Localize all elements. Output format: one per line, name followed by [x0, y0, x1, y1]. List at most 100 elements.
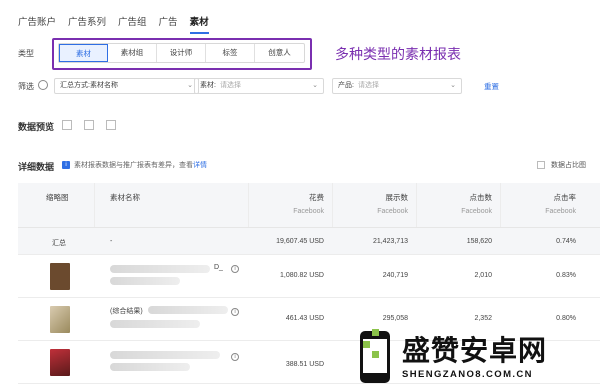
table-header: 缩略图 素材名称 花费 Facebook 展示数 Facebook 点击数 Faceb…: [18, 183, 600, 228]
blurred-name: [110, 320, 200, 328]
column-divider: [248, 183, 249, 227]
group-by-value: 素材名称: [89, 82, 118, 89]
material-select[interactable]: 素材: 请选择 ⌄: [194, 78, 324, 94]
notice-detail-link[interactable]: 详情: [193, 160, 207, 170]
group-by-select[interactable]: 汇总方式:素材名称 ⌄: [54, 78, 199, 94]
watermark-logo: 盛赞安卓网 SHENGZANO8.COM.CN: [350, 325, 600, 387]
type-option-creator[interactable]: 创意人: [255, 44, 304, 62]
blurred-name: [110, 277, 180, 285]
col-clicks-sub: Facebook: [461, 208, 492, 215]
tab-material[interactable]: 素材: [189, 14, 209, 34]
column-divider: [500, 183, 501, 227]
row-impressions: 295,058: [382, 315, 408, 322]
col-impressions-sub: Facebook: [377, 208, 408, 215]
watermark-url: SHENGZANO8.COM.CN: [402, 369, 533, 380]
row-ctr: 0.80%: [556, 315, 576, 322]
bar-chart-icon[interactable]: [84, 120, 94, 130]
chevron-down-icon: ⌄: [450, 82, 456, 89]
col-ctr-sub: Facebook: [545, 208, 576, 215]
preview-icons: [62, 120, 116, 130]
group-by-prefix: 汇总方式:: [60, 82, 90, 89]
row-spend: 388.51 USD: [285, 361, 324, 368]
col-thumbnail-label: 缩略图: [46, 193, 69, 202]
column-divider: [416, 183, 417, 227]
column-divider: [94, 183, 95, 227]
type-option-designer[interactable]: 设计师: [157, 44, 206, 62]
col-clicks[interactable]: 点击数 Facebook: [440, 192, 492, 215]
summary-ctr: 0.74%: [556, 238, 576, 245]
col-name: 素材名称: [110, 192, 140, 203]
summary-label: 汇总: [52, 240, 66, 247]
ratio-label: 数据占比图: [551, 162, 586, 169]
material-prefix: 素材:: [200, 82, 216, 89]
ratio-checkbox[interactable]: [537, 161, 545, 169]
col-clicks-label: 点击数: [469, 193, 493, 202]
chevron-down-icon: ⌄: [312, 82, 318, 89]
tab-ad[interactable]: 广告: [159, 14, 178, 34]
blurred-name: [110, 363, 190, 371]
thumbnail-image[interactable]: [50, 263, 70, 290]
info-circle-icon[interactable]: i: [231, 353, 239, 361]
phone-logo-icon: [360, 329, 390, 383]
col-thumbnail: 缩略图: [46, 192, 69, 203]
blurred-name: [110, 351, 220, 359]
blurred-name: [148, 306, 228, 314]
detail-data-title: 详细数据: [18, 162, 55, 172]
col-name-label: 素材名称: [110, 193, 140, 202]
col-spend[interactable]: 花费 Facebook: [272, 192, 324, 215]
tab-ad-group[interactable]: 广告组: [118, 14, 147, 34]
top-tabs: 广告账户 广告系列 广告组 广告 素材: [18, 14, 209, 34]
col-impressions-label: 展示数: [385, 193, 409, 202]
type-segmented-control: 素材 素材组 设计师 标签 创意人: [58, 43, 305, 63]
product-placeholder: 请选择: [357, 82, 379, 89]
filter-label: 筛选: [18, 82, 34, 91]
table-row[interactable]: D_ i 1,080.82 USD 240,719 2,010 0.83%: [18, 255, 600, 298]
area-chart-icon[interactable]: [106, 120, 116, 130]
material-name-fragment[interactable]: (综合结果): [110, 306, 143, 316]
col-ctr[interactable]: 点击率 Facebook: [524, 192, 576, 215]
logo-square: [363, 341, 370, 348]
type-option-material[interactable]: 素材: [59, 44, 108, 62]
thumbnail-image[interactable]: [50, 306, 70, 333]
annotation-text: 多种类型的素材报表: [335, 46, 461, 62]
column-divider: [332, 183, 333, 227]
row-clicks: 2,010: [474, 272, 492, 279]
info-circle-icon[interactable]: i: [231, 308, 239, 316]
reset-link[interactable]: 重置: [484, 81, 499, 92]
chevron-down-icon: ⌄: [187, 82, 193, 89]
ratio-toggle[interactable]: 数据占比图: [537, 160, 586, 170]
material-placeholder: 请选择: [219, 82, 241, 89]
col-impressions[interactable]: 展示数 Facebook: [356, 192, 408, 215]
product-prefix: 产品:: [338, 82, 354, 89]
info-circle-icon[interactable]: i: [231, 265, 239, 273]
filter-row: 筛选 汇总方式:素材名称 ⌄ 素材: 请选择 ⌄ 产品: 请选择 ⌄ 重置: [18, 78, 598, 94]
notice-text: 素材报表数据与推广报表有差异，查看: [74, 162, 193, 169]
type-option-tag[interactable]: 标签: [206, 44, 255, 62]
product-select[interactable]: 产品: 请选择 ⌄: [332, 78, 462, 94]
col-ctr-label: 点击率: [553, 193, 577, 202]
line-chart-icon[interactable]: [62, 120, 72, 130]
logo-square: [372, 329, 379, 336]
data-preview-title: 数据预览: [18, 122, 55, 132]
watermark-title: 盛赞安卓网: [402, 335, 548, 366]
info-icon: i: [62, 161, 70, 169]
tab-ad-account[interactable]: 广告账户: [18, 14, 56, 34]
summary-spend: 19,607.45 USD: [276, 238, 324, 245]
row-spend: 1,080.82 USD: [280, 272, 324, 279]
notice-bar: i 素材报表数据与推广报表有差异，查看 详情: [62, 160, 207, 170]
summary-row: 汇总 - 19,607.45 USD 21,423,713 158,620 0.…: [18, 228, 600, 255]
material-name-fragment[interactable]: D_: [214, 264, 223, 271]
type-option-material-group[interactable]: 素材组: [108, 44, 157, 62]
summary-impressions: 21,423,713: [372, 238, 408, 245]
logo-square: [372, 351, 379, 358]
row-impressions: 240,719: [382, 272, 408, 279]
row-spend: 461.43 USD: [285, 315, 324, 322]
row-clicks: 2,352: [474, 315, 492, 322]
tab-campaign[interactable]: 广告系列: [68, 14, 106, 34]
row-ctr: 0.83%: [556, 272, 576, 279]
col-spend-sub: Facebook: [293, 208, 324, 215]
summary-clicks: 158,620: [466, 238, 492, 245]
gear-icon[interactable]: [38, 80, 48, 90]
thumbnail-image[interactable]: [50, 349, 70, 376]
blurred-name: [110, 265, 210, 273]
